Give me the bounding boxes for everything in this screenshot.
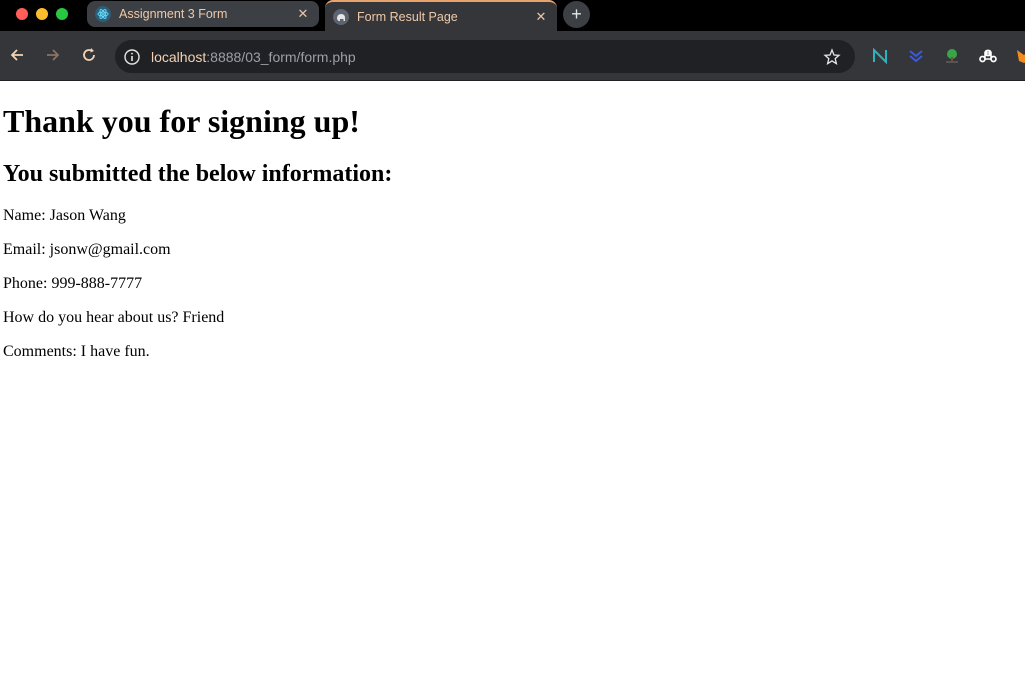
field-phone: Phone: 999-888-7777 (3, 275, 143, 292)
close-icon[interactable]: ✕ (533, 9, 549, 25)
page-subtitle: You submitted the below information: (3, 161, 393, 187)
window-close-button[interactable] (16, 8, 28, 20)
tab-assignment-3-form[interactable]: Assignment 3 Form ✕ (87, 1, 319, 27)
field-referral: How do you hear about us? Friend (3, 309, 225, 326)
extension-chevrons-icon[interactable] (907, 47, 925, 65)
address-bar[interactable]: localhost:8888/03_form/form.php (115, 40, 855, 73)
window-zoom-button[interactable] (56, 8, 68, 20)
url-host: localhost (151, 48, 207, 65)
bookmark-star-icon[interactable] (823, 48, 841, 66)
field-name: Name: Jason Wang (3, 207, 126, 224)
back-icon[interactable] (7, 45, 27, 65)
new-tab-button[interactable]: + (563, 1, 590, 28)
tab-title: Form Result Page (357, 9, 458, 24)
react-icon (95, 6, 111, 22)
page-title: Thank you for signing up! (3, 103, 360, 139)
extension-tree-icon[interactable] (943, 47, 961, 65)
extension-fox-icon[interactable] (1015, 47, 1025, 65)
tab-title: Assignment 3 Form (119, 7, 228, 21)
browser-toolbar: localhost:8888/03_form/form.php (0, 31, 1025, 81)
tab-form-result-page[interactable]: Form Result Page ✕ (325, 0, 557, 31)
extension-command-icon[interactable] (979, 47, 997, 65)
site-info-icon[interactable] (123, 48, 141, 66)
page-content: Thank you for signing up! You submitted … (3, 81, 1021, 361)
window-minimize-button[interactable] (36, 8, 48, 20)
browser-tab-bar: Assignment 3 Form ✕ Form Result Page ✕ + (0, 0, 1025, 31)
elephant-icon (333, 8, 349, 25)
field-email: Email: jsonw@gmail.com (3, 241, 171, 258)
close-icon[interactable]: ✕ (295, 6, 311, 22)
reload-icon[interactable] (79, 45, 99, 65)
url-path: :8888/03_form/form.php (206, 48, 356, 65)
extension-n-icon[interactable] (871, 47, 889, 65)
forward-icon[interactable] (43, 45, 63, 65)
field-comments: Comments: I have fun. (3, 343, 150, 360)
